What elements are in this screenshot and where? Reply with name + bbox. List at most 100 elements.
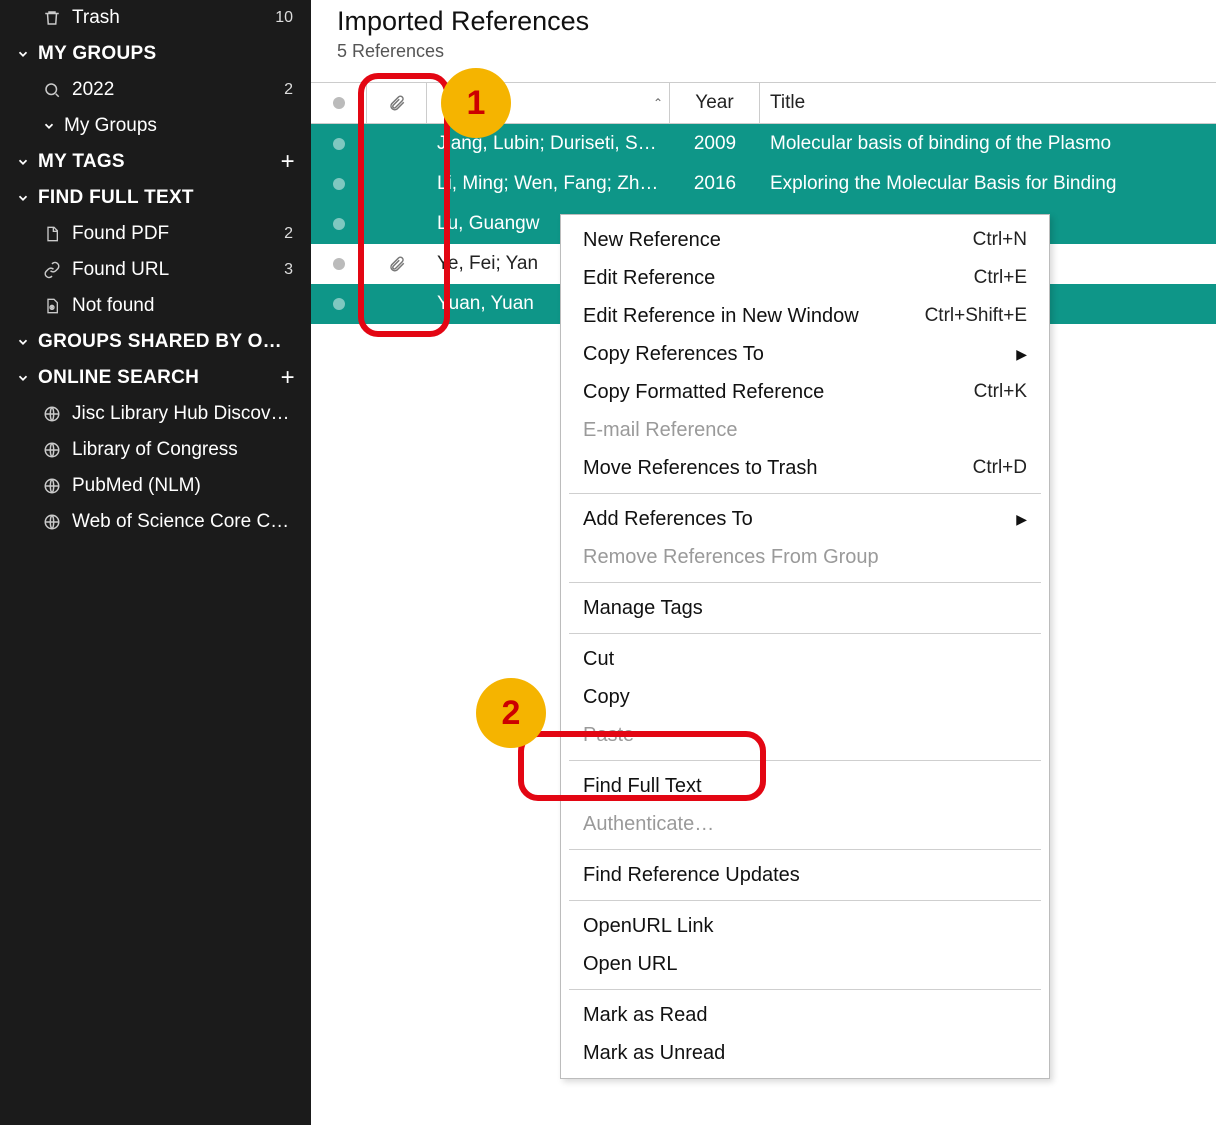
column-author[interactable]: ⌃	[427, 83, 670, 123]
sidebar-header-label: FIND FULL TEXT	[38, 187, 297, 209]
chevron-down-icon	[14, 47, 32, 61]
menu-separator	[569, 989, 1041, 990]
menu-copy[interactable]: Copy	[561, 678, 1049, 716]
paperclip-icon	[388, 94, 406, 112]
plus-icon[interactable]: +	[281, 148, 297, 176]
globe-icon	[40, 405, 64, 423]
sidebar-header-groups-shared[interactable]: GROUPS SHARED BY O…	[0, 324, 311, 360]
table-header: ⌃ Year Title	[311, 82, 1216, 124]
chevron-down-icon	[14, 335, 32, 349]
paperclip-icon	[388, 255, 406, 273]
cell-author: Jiang, Lubin; Duriseti, S…	[427, 124, 670, 164]
sidebar-item-not-found[interactable]: Not found	[0, 288, 311, 324]
menu-separator	[569, 493, 1041, 494]
sidebar-item-label: Not found	[72, 295, 297, 317]
sidebar-item-label: Trash	[72, 7, 275, 29]
sidebar-header-online-search[interactable]: ONLINE SEARCH +	[0, 360, 311, 396]
globe-icon	[40, 477, 64, 495]
menu-separator	[569, 633, 1041, 634]
sidebar-header-label: MY GROUPS	[38, 43, 297, 65]
table-row[interactable]: Jiang, Lubin; Duriseti, S…2009Molecular …	[311, 124, 1216, 164]
sidebar-header-label: ONLINE SEARCH	[38, 367, 281, 389]
cell-read-status	[311, 164, 367, 204]
menu-remove-from-group: Remove References From Group	[561, 538, 1049, 576]
sidebar-item-my-groups[interactable]: My Groups	[0, 108, 311, 144]
table-row[interactable]: Li, Ming; Wen, Fang; Zh…2016Exploring th…	[311, 164, 1216, 204]
sidebar-header-find-full-text[interactable]: FIND FULL TEXT	[0, 180, 311, 216]
cell-attachment	[367, 204, 427, 244]
sidebar-item-pubmed[interactable]: PubMed (NLM)	[0, 468, 311, 504]
menu-edit-reference[interactable]: Edit Reference Ctrl+E	[561, 259, 1049, 297]
menu-openurl-link[interactable]: OpenURL Link	[561, 907, 1049, 945]
cell-year: 2016	[670, 164, 760, 204]
sidebar-header-my-tags[interactable]: MY TAGS +	[0, 144, 311, 180]
column-title[interactable]: Title	[760, 83, 1216, 123]
sidebar-item-label: Found PDF	[72, 223, 284, 245]
chevron-down-icon	[14, 155, 32, 169]
sidebar-item-count: 2	[284, 225, 297, 243]
menu-cut[interactable]: Cut	[561, 640, 1049, 678]
column-attachment[interactable]	[367, 83, 427, 123]
link-icon	[40, 261, 64, 279]
sidebar-item-2022[interactable]: 2022 2	[0, 72, 311, 108]
sidebar-item-label: 2022	[72, 79, 284, 101]
page-subtitle: 5 References	[337, 41, 1216, 62]
menu-copy-formatted[interactable]: Copy Formatted Reference Ctrl+K	[561, 373, 1049, 411]
cell-attachment	[367, 244, 427, 284]
menu-new-reference[interactable]: New Reference Ctrl+N	[561, 221, 1049, 259]
pdf-icon	[40, 225, 64, 243]
context-menu: New Reference Ctrl+N Edit Reference Ctrl…	[560, 214, 1050, 1079]
cell-read-status	[311, 204, 367, 244]
menu-mark-unread[interactable]: Mark as Unread	[561, 1034, 1049, 1072]
sidebar-item-loc[interactable]: Library of Congress	[0, 432, 311, 468]
menu-find-full-text[interactable]: Find Full Text	[561, 767, 1049, 805]
sort-asc-icon: ⌃	[653, 96, 663, 110]
sidebar-item-label: My Groups	[64, 115, 297, 137]
menu-edit-new-window[interactable]: Edit Reference in New Window Ctrl+Shift+…	[561, 297, 1049, 335]
menu-move-trash[interactable]: Move References to Trash Ctrl+D	[561, 449, 1049, 487]
chevron-down-icon	[40, 119, 58, 133]
cell-title: Molecular basis of binding of the Plasmo	[760, 124, 1216, 164]
chevron-down-icon	[14, 371, 32, 385]
cell-attachment	[367, 124, 427, 164]
sidebar: Trash 10 MY GROUPS 2022 2 My Groups MY T…	[0, 0, 311, 1125]
submenu-arrow-icon: ▶	[1016, 511, 1027, 528]
cell-title: Exploring the Molecular Basis for Bindin…	[760, 164, 1216, 204]
column-year[interactable]: Year	[670, 83, 760, 123]
menu-separator	[569, 849, 1041, 850]
sidebar-item-count: 2	[284, 81, 297, 99]
sidebar-item-found-pdf[interactable]: Found PDF 2	[0, 216, 311, 252]
sidebar-item-label: PubMed (NLM)	[72, 475, 297, 497]
column-read-status[interactable]	[311, 83, 367, 123]
sidebar-item-label: Jisc Library Hub Discov…	[72, 403, 297, 425]
sidebar-item-jisc[interactable]: Jisc Library Hub Discov…	[0, 396, 311, 432]
sidebar-item-label: Found URL	[72, 259, 284, 281]
menu-add-refs-to[interactable]: Add References To ▶	[561, 500, 1049, 538]
menu-mark-read[interactable]: Mark as Read	[561, 996, 1049, 1034]
menu-separator	[569, 582, 1041, 583]
sidebar-item-count: 3	[284, 261, 297, 279]
sidebar-item-wos[interactable]: Web of Science Core C…	[0, 504, 311, 540]
cell-read-status	[311, 244, 367, 284]
plus-icon[interactable]: +	[281, 364, 297, 392]
group-icon	[40, 81, 64, 99]
sidebar-header-label: MY TAGS	[38, 151, 281, 173]
sidebar-header-my-groups[interactable]: MY GROUPS	[0, 36, 311, 72]
cell-attachment	[367, 284, 427, 324]
menu-open-url[interactable]: Open URL	[561, 945, 1049, 983]
menu-copy-refs-to[interactable]: Copy References To ▶	[561, 335, 1049, 373]
menu-manage-tags[interactable]: Manage Tags	[561, 589, 1049, 627]
menu-separator	[569, 760, 1041, 761]
sidebar-item-label: Web of Science Core C…	[72, 511, 297, 533]
cell-author: Li, Ming; Wen, Fang; Zh…	[427, 164, 670, 204]
menu-separator	[569, 900, 1041, 901]
sidebar-item-trash[interactable]: Trash 10	[0, 0, 311, 36]
cell-attachment	[367, 164, 427, 204]
page-title: Imported References	[337, 6, 1216, 37]
menu-paste: Paste	[561, 716, 1049, 754]
menu-email-reference: E-mail Reference	[561, 411, 1049, 449]
sidebar-item-found-url[interactable]: Found URL 3	[0, 252, 311, 288]
menu-find-updates[interactable]: Find Reference Updates	[561, 856, 1049, 894]
sidebar-item-count: 10	[275, 9, 297, 27]
sidebar-header-label: GROUPS SHARED BY O…	[38, 331, 297, 353]
